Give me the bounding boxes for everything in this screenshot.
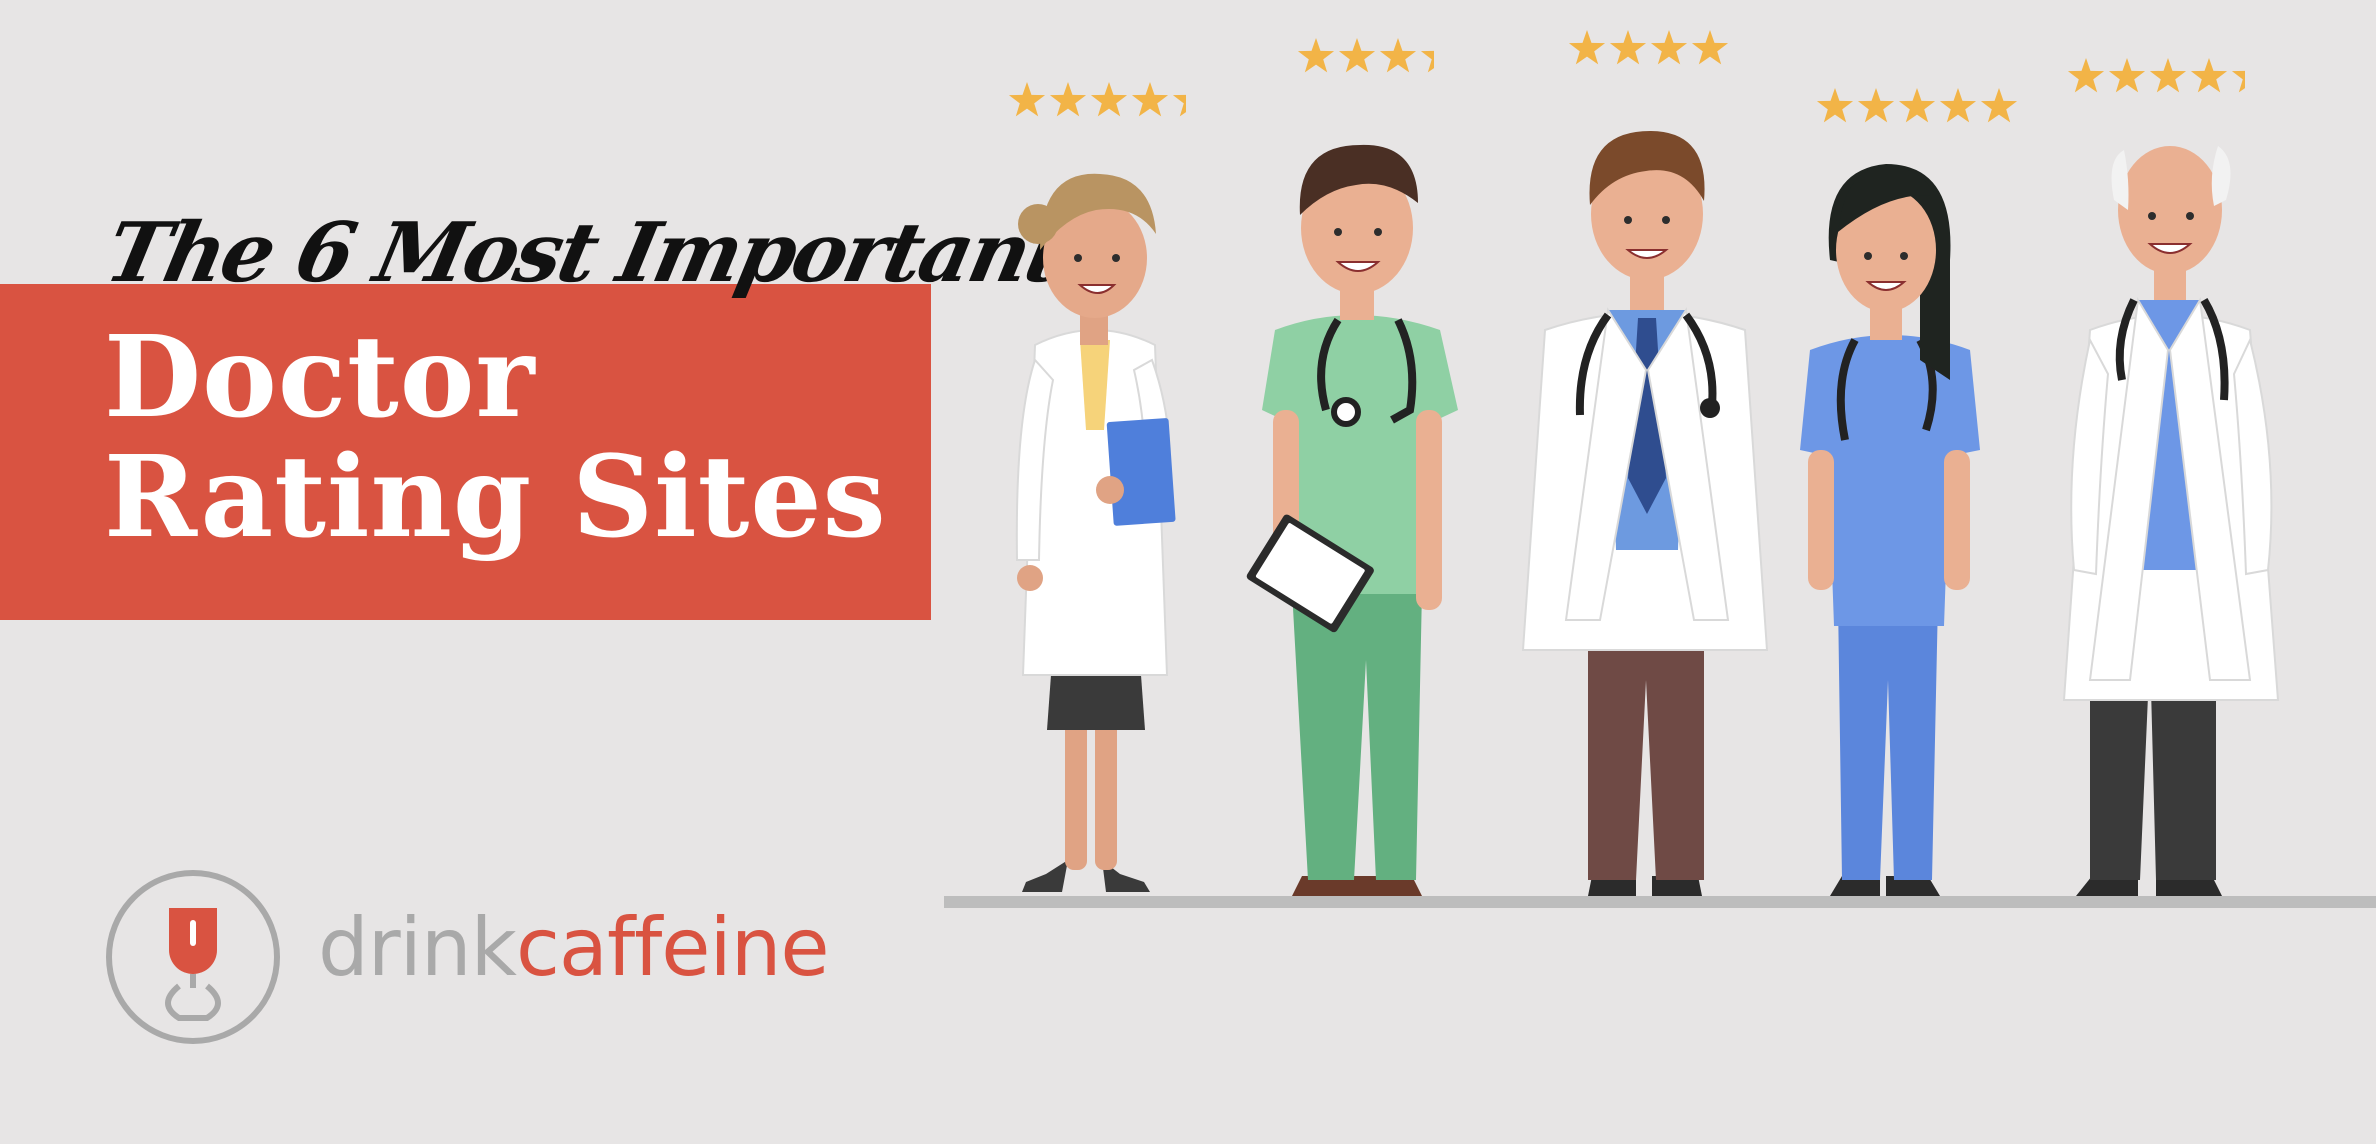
coffee-cup-icon <box>106 870 280 1044</box>
doctor-4-figure <box>1800 164 1980 896</box>
floor-line <box>944 896 2376 908</box>
title-line-1: Doctor <box>104 312 536 443</box>
doctor-2-figure <box>1246 144 1458 896</box>
doctor-5-figure <box>2062 146 2280 896</box>
rating-stars-2 <box>1297 38 1434 73</box>
title-line-2: Rating Sites <box>104 432 887 563</box>
rating-stars-5 <box>2067 58 2245 93</box>
drinkcaffeine-logo: drinkcaffeine <box>104 868 830 1048</box>
rating-stars-4 <box>1816 88 2018 123</box>
logo-word-caffeine: caffeine <box>515 901 830 994</box>
doctors-illustration <box>944 30 2376 908</box>
doctor-1-figure <box>1015 173 1176 892</box>
doctor-3-figure <box>1521 131 1769 896</box>
rating-stars-1 <box>1008 82 1186 117</box>
page-title: Doctor Rating Sites <box>104 318 904 558</box>
rating-stars-3 <box>1568 30 1729 65</box>
logo-wordmark: drinkcaffeine <box>318 908 830 988</box>
logo-word-drink: drink <box>318 901 517 994</box>
title-kicker: The 6 Most Important <box>97 205 1073 301</box>
